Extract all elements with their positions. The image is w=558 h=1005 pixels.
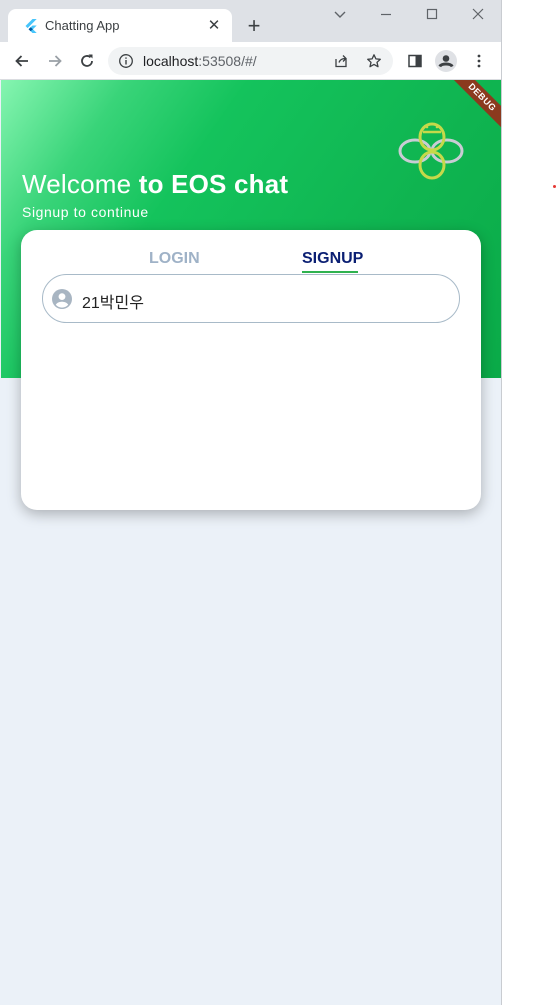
flutter-favicon-icon (25, 19, 37, 33)
info-icon[interactable] (118, 53, 134, 69)
close-icon[interactable]: ✕ (206, 18, 222, 34)
username-field[interactable]: 21박민우 (42, 274, 460, 323)
auth-card: LOGIN SIGNUP 21박민우 (21, 230, 481, 510)
star-icon[interactable] (366, 53, 382, 69)
app-viewport: DEBUG Welcome to EOS chat Signup to cont… (1, 80, 501, 1005)
tab-title: Chatting App (45, 18, 120, 33)
url-text: localhost:53508/#/ (143, 53, 257, 69)
stray-dot (553, 185, 556, 188)
active-tab-indicator (302, 271, 358, 273)
kebab-menu-icon[interactable] (467, 49, 491, 73)
url-path: :53508/#/ (198, 53, 257, 69)
tab-login[interactable]: LOGIN (149, 250, 200, 268)
tab-strip: Chatting App ✕ + (0, 0, 501, 42)
username-value: 21박민우 (82, 295, 144, 312)
plus-icon[interactable]: + (241, 13, 267, 39)
maximize-icon[interactable] (422, 4, 442, 24)
back-arrow-icon[interactable] (10, 49, 34, 73)
share-icon[interactable] (333, 53, 349, 69)
browser-tab-active[interactable]: Chatting App ✕ (8, 9, 232, 42)
minimize-icon[interactable] (376, 4, 396, 24)
tab-signup[interactable]: SIGNUP (302, 250, 363, 268)
url-host: localhost (143, 53, 199, 69)
welcome-title: Welcome to EOS chat (22, 169, 288, 200)
account-circle-icon (52, 289, 72, 309)
reload-icon[interactable] (75, 49, 99, 73)
welcome-app-name: to EOS chat (138, 169, 289, 199)
welcome-prefix: Welcome (22, 169, 139, 199)
chevron-down-icon[interactable] (330, 4, 350, 24)
close-window-icon[interactable] (468, 4, 488, 24)
browser-window: Chatting App ✕ + localhost:53508/#/ DEBU… (0, 0, 502, 1005)
side-panel-icon[interactable] (403, 49, 427, 73)
forward-arrow-icon[interactable] (43, 49, 67, 73)
subtitle: Signup to continue (22, 204, 149, 220)
profile-icon[interactable] (434, 49, 458, 73)
app-logo-icon (398, 122, 464, 180)
browser-toolbar: localhost:53508/#/ (0, 42, 501, 80)
address-bar[interactable]: localhost:53508/#/ (108, 47, 393, 75)
